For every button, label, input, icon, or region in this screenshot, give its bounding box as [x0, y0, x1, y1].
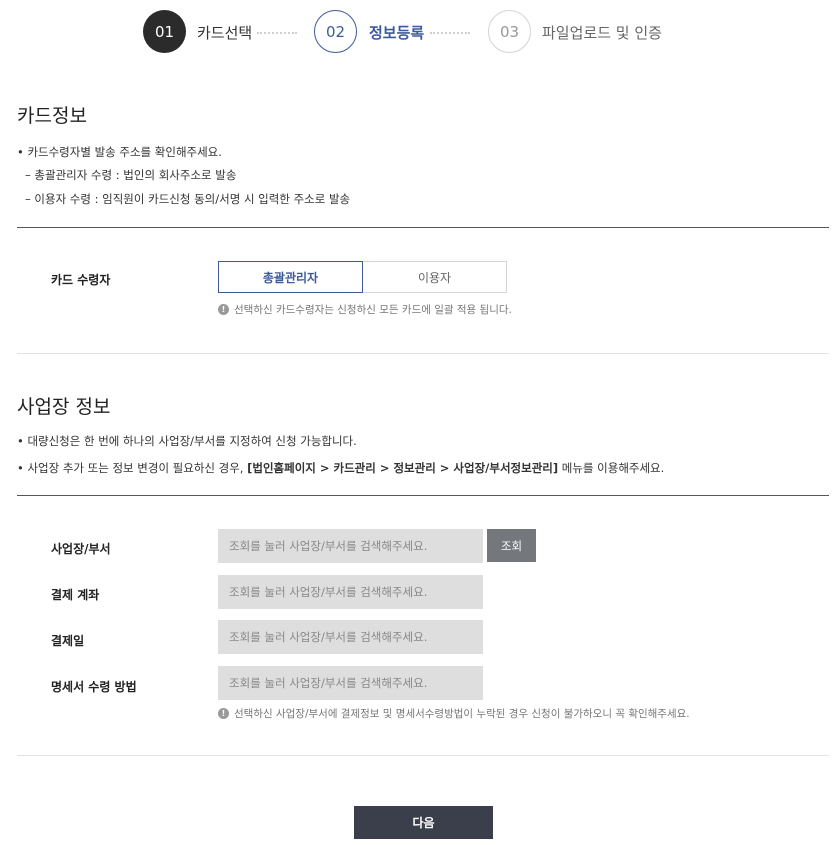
search-button[interactable]: 조회	[487, 529, 536, 562]
recipient-hint-text: 선택하신 카드수령자는 신청하신 모든 카드에 일괄 적용 됩니다.	[234, 304, 512, 316]
card-info-note-1: • 카드수령자별 발송 주소를 확인해주세요.	[17, 145, 222, 159]
note-2-prefix: • 사업장 추가 또는 정보 변경이 필요하신 경우,	[17, 461, 248, 475]
field-label-business-unit: 사업장/부서	[51, 542, 111, 556]
card-info-note-3: – 이용자 수령 : 임직원이 카드신청 동의/서명 시 입력한 주소로 발송	[25, 192, 351, 206]
info-icon: !	[218, 708, 229, 719]
progress-stepper: 01 카드선택 02 정보등록 03 파일업로드 및 인증	[0, 10, 839, 56]
card-info-note-2: – 총괄관리자 수령 : 법인의 회사주소로 발송	[25, 168, 237, 182]
section-divider-light	[17, 755, 829, 756]
business-info-note-1: • 대량신청은 한 번에 하나의 사업장/부서를 지정하여 신청 가능합니다.	[17, 434, 357, 448]
step-3-circle: 03	[488, 10, 531, 53]
step-1-connector	[257, 32, 297, 34]
step-1-circle: 01	[143, 10, 186, 53]
field-label-payment-date: 결제일	[51, 634, 85, 648]
info-icon: !	[218, 304, 229, 315]
payment-account-input[interactable]	[218, 575, 483, 609]
field-label-statement-method: 명세서 수령 방법	[51, 680, 137, 694]
business-unit-input[interactable]	[218, 529, 483, 563]
step-2-label: 정보등록	[369, 24, 425, 42]
section-divider-light	[17, 353, 829, 354]
business-info-note-2: • 사업장 추가 또는 정보 변경이 필요하신 경우, [법인홈페이지 > 카드…	[17, 460, 664, 476]
payment-date-input[interactable]	[218, 620, 483, 654]
statement-method-input[interactable]	[218, 666, 483, 700]
field-label-payment-account: 결제 계좌	[51, 588, 100, 602]
recipient-option-user[interactable]: 이용자	[363, 261, 507, 293]
business-hint-text: 선택하신 사업장/부서에 결제정보 및 명세서수령방법이 누락된 경우 신청이 …	[234, 708, 690, 720]
step-1-label: 카드선택	[197, 24, 253, 42]
business-info-title: 사업장 정보	[17, 396, 111, 418]
recipient-toggle: 총괄관리자 이용자	[218, 261, 507, 293]
recipient-option-admin[interactable]: 총괄관리자	[218, 261, 363, 293]
recipient-hint: ! 선택하신 카드수령자는 신청하신 모든 카드에 일괄 적용 됩니다.	[218, 302, 512, 317]
recipient-label: 카드 수령자	[51, 273, 111, 287]
section-divider	[17, 495, 829, 496]
section-divider	[17, 227, 829, 228]
step-2-connector	[430, 32, 470, 34]
business-hint: ! 선택하신 사업장/부서에 결제정보 및 명세서수령방법이 누락된 경우 신청…	[218, 706, 690, 721]
note-2-menu-path: [법인홈페이지 > 카드관리 > 정보관리 > 사업장/부서정보관리]	[247, 461, 559, 475]
step-2-circle: 02	[314, 10, 357, 53]
card-info-title: 카드정보	[17, 105, 87, 127]
step-3-label: 파일업로드 및 인증	[542, 24, 662, 42]
note-2-suffix: 메뉴를 이용해주세요.	[558, 461, 665, 475]
next-button[interactable]: 다음	[354, 806, 493, 839]
